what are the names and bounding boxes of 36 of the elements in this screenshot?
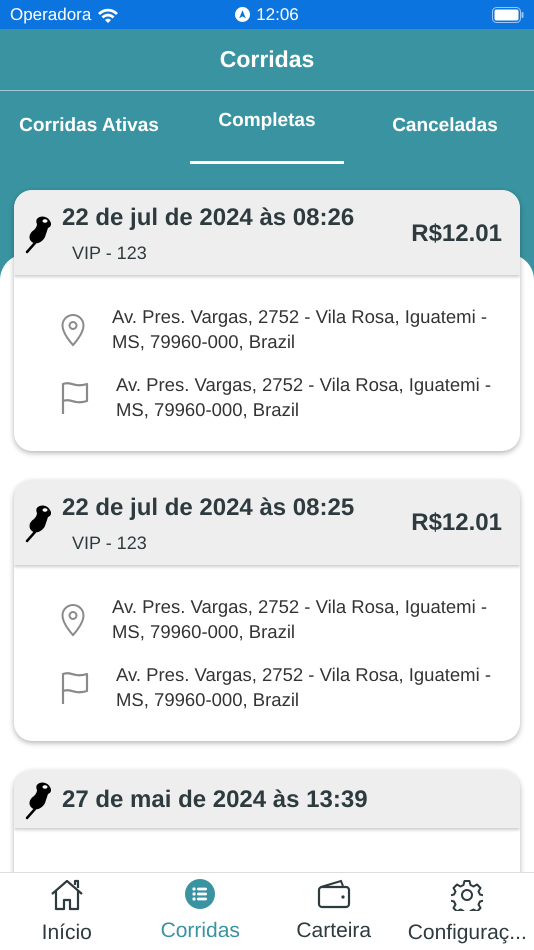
origin-address: Av. Pres. Vargas, 2752 - Vila Rosa, Iguatemi - MS, 79960-000, Brazil xyxy=(112,594,488,644)
ride-card[interactable]: 22 de jul de 2024 às 08:26 VIP - 123 R$12.01 Av. Pres. Vargas, 2752 - Vila Rosa, Iguatemi - MS, 79960-000, Brazil Av. Pres. Vargas, 2752 - Vila Rosa, Iguatemi - MS, 79960-000, Brazil xyxy=(14,190,520,451)
location-pin-icon xyxy=(60,312,86,347)
tab[interactable]: Canceladas xyxy=(368,91,522,164)
ride-date: 22 de jul de 2024 às 08:25 xyxy=(62,492,354,523)
settings-icon xyxy=(451,879,484,911)
nav-tab[interactable]: Configuraç... xyxy=(400,873,534,950)
wallet-icon xyxy=(316,879,351,909)
ride-price: R$12.01 xyxy=(411,218,502,248)
ride-price: R$12.01 xyxy=(411,508,502,538)
screen-title: Corridas xyxy=(0,29,534,91)
ride-card[interactable]: 27 de mai de 2024 às 13:39 xyxy=(14,770,520,872)
flag-icon xyxy=(60,380,90,415)
pushpin-icon xyxy=(24,214,54,254)
ride-date: 27 de mai de 2024 às 13:39 xyxy=(62,784,368,815)
pushpin-icon xyxy=(24,503,54,544)
clock-text: 12:06 xyxy=(256,4,299,26)
ride-card[interactable]: 22 de jul de 2024 às 08:25 VIP - 123 R$12.01 Av. Pres. Vargas, 2752 - Vila Rosa, Iguatemi - MS, 79960-000, Brazil Av. Pres. Vargas, 2752 - Vila Rosa, Iguatemi - MS, 79960-000, Brazil xyxy=(14,480,520,741)
wifi-icon xyxy=(97,6,120,22)
tab[interactable]: Corridas Ativas xyxy=(12,91,166,164)
nav-tab[interactable]: Carteira xyxy=(267,873,400,950)
home-icon xyxy=(50,879,84,911)
vehicle-text: VIP - 123 xyxy=(72,532,148,555)
destination-address: Av. Pres. Vargas, 2752 - Vila Rosa, Iguatemi - MS, 79960-000, Brazil xyxy=(116,662,492,712)
destination-address: Av. Pres. Vargas, 2752 - Vila Rosa, Iguatemi - MS, 79960-000, Brazil xyxy=(116,372,492,422)
location-pin-icon xyxy=(60,602,86,637)
origin-address: Av. Pres. Vargas, 2752 - Vila Rosa, Iguatemi - MS, 79960-000, Brazil xyxy=(112,305,488,354)
vehicle-text: VIP - 123 xyxy=(72,242,148,265)
list-icon xyxy=(185,879,216,909)
nav-tab[interactable]: Corridas xyxy=(134,873,267,950)
nav-tab[interactable]: Início xyxy=(0,873,134,950)
ride-date: 22 de jul de 2024 às 08:26 xyxy=(62,203,354,233)
carrier-text: Operadora xyxy=(10,4,92,26)
pushpin-icon xyxy=(24,780,54,820)
battery-icon xyxy=(492,6,524,22)
flag-icon xyxy=(60,670,90,705)
